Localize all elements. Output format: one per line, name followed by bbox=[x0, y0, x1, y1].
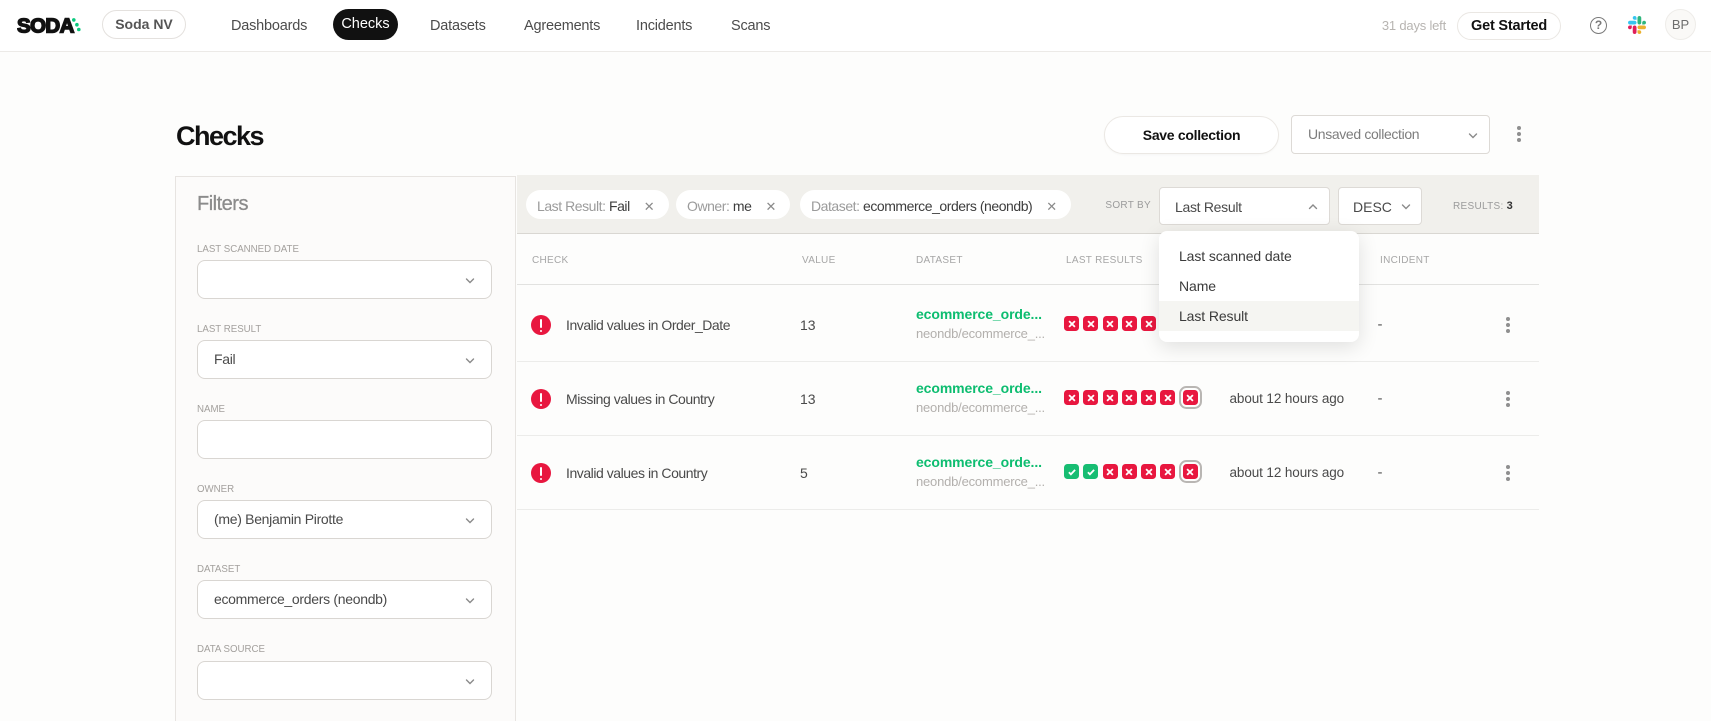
svg-text:SODA: SODA bbox=[17, 15, 75, 38]
